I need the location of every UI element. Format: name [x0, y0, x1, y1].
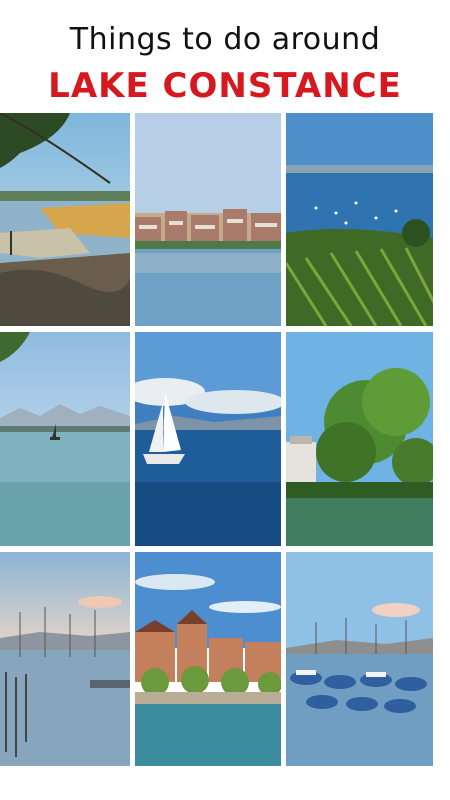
title-line-2: LAKE CONSTANCE [48, 66, 402, 106]
photo-vineyard [286, 113, 433, 326]
photo-sailboat [135, 332, 281, 546]
photo-reedy-shore [0, 113, 130, 326]
title-line-1: Things to do around [69, 22, 381, 57]
photo-historic-promenade [135, 552, 281, 766]
photo-lake-alps [0, 332, 130, 546]
photo-marina-dusk [0, 552, 130, 766]
photo-lakeside-town [135, 113, 281, 326]
photo-harbor-boats [286, 552, 433, 766]
photo-lush-tree [286, 332, 433, 546]
